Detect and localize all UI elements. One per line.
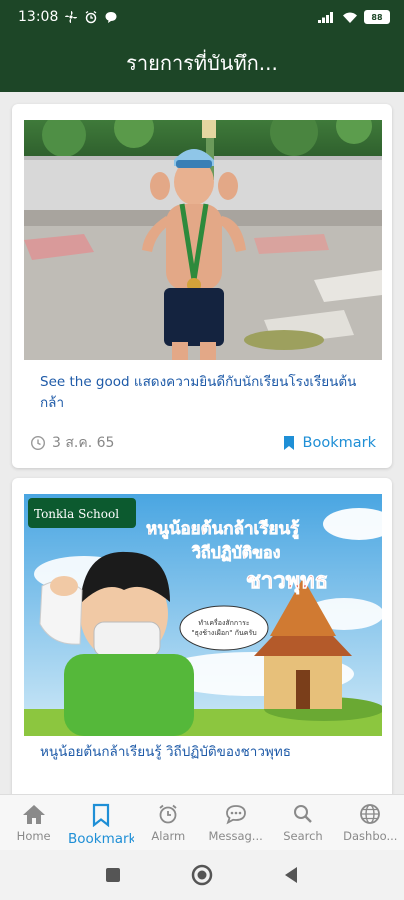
signal-icon <box>318 12 333 23</box>
card-image-poster[interactable]: ทำเครื่องสักการะ "ธุงช้างเผือก" กันครับ … <box>24 494 382 736</box>
bookmark-icon <box>92 803 110 827</box>
bookmark-button-label: Bookmark <box>302 435 376 451</box>
nav-message[interactable]: Messag... <box>202 795 269 843</box>
nav-alarm[interactable]: Alarm <box>135 795 202 843</box>
bookmark-filled-icon <box>283 436 294 450</box>
battery-icon: 88 <box>364 10 390 24</box>
nav-message-label: Messag... <box>208 829 263 843</box>
svg-text:"ธุงช้างเผือก" กันครับ: "ธุงช้างเผือก" กันครับ <box>191 629 256 637</box>
nav-bookmark-label: Bookmark <box>67 831 134 847</box>
fan-icon <box>65 11 78 23</box>
bookmark-list[interactable]: See the good แสดงความยินดีกับนักเรียนโรง… <box>0 92 404 794</box>
card-title[interactable]: หนูน้อยต้นกล้าเรียนรู้ วิถีปฏิบัติของชาว… <box>40 742 376 763</box>
message-icon <box>225 805 246 825</box>
chat-icon <box>105 12 117 23</box>
nav-search-label: Search <box>283 829 323 843</box>
clock-icon <box>30 435 46 451</box>
card-date: 3 ส.ค. 65 <box>30 432 114 454</box>
search-icon <box>293 805 312 823</box>
card-date-text: 3 ส.ค. 65 <box>52 435 115 451</box>
bottom-navigation: Home Bookmark Alarm Messag... Search Das… <box>0 794 404 851</box>
globe-icon <box>360 804 381 824</box>
nav-home[interactable]: Home <box>0 795 67 843</box>
bookmark-card[interactable]: See the good แสดงความยินดีกับนักเรียนโรง… <box>12 104 392 468</box>
nav-dashboard[interactable]: Dashbo... <box>337 795 404 843</box>
status-bar: 13:08 88 <box>0 0 404 34</box>
wifi-icon <box>343 12 357 23</box>
page-title: รายการที่บันทึก... <box>126 51 278 75</box>
app-bar: รายการที่บันทึก... <box>0 34 404 92</box>
poster-headline-2: วิถีปฏิบัติของ <box>191 543 281 562</box>
card-image-student-medal[interactable] <box>24 120 382 360</box>
poster-bubble-text: ทำเครื่องสักการะ <box>198 618 249 627</box>
alarm-icon <box>159 804 177 824</box>
poster-headline-1: หนูน้อยต้นกล้าเรียนรู้ <box>146 518 300 540</box>
nav-search[interactable]: Search <box>269 795 336 843</box>
poster-headline-3: ชาวพุทธ <box>246 569 328 595</box>
card-title[interactable]: See the good แสดงความยินดีกับนักเรียนโรง… <box>40 372 376 414</box>
bookmark-button[interactable]: Bookmark <box>283 435 376 451</box>
nav-alarm-label: Alarm <box>151 829 186 843</box>
nav-home-label: Home <box>16 829 51 843</box>
back-triangle-icon[interactable] <box>283 866 299 884</box>
alarm-clock-icon <box>85 10 97 24</box>
home-circle-icon[interactable] <box>191 864 213 886</box>
nav-dashboard-label: Dashbo... <box>343 829 398 843</box>
bookmark-card[interactable]: ทำเครื่องสักการะ "ธุงช้างเผือก" กันครับ … <box>12 478 392 794</box>
recents-square-icon[interactable] <box>105 867 121 883</box>
nav-bookmark[interactable]: Bookmark <box>67 795 134 847</box>
card-meta: 3 ส.ค. 65 Bookmark <box>30 432 376 454</box>
home-icon <box>22 805 45 824</box>
status-time: 13:08 <box>18 9 59 25</box>
system-navigation-bar <box>0 850 404 900</box>
poster-logo: Tonkla School <box>34 507 119 521</box>
